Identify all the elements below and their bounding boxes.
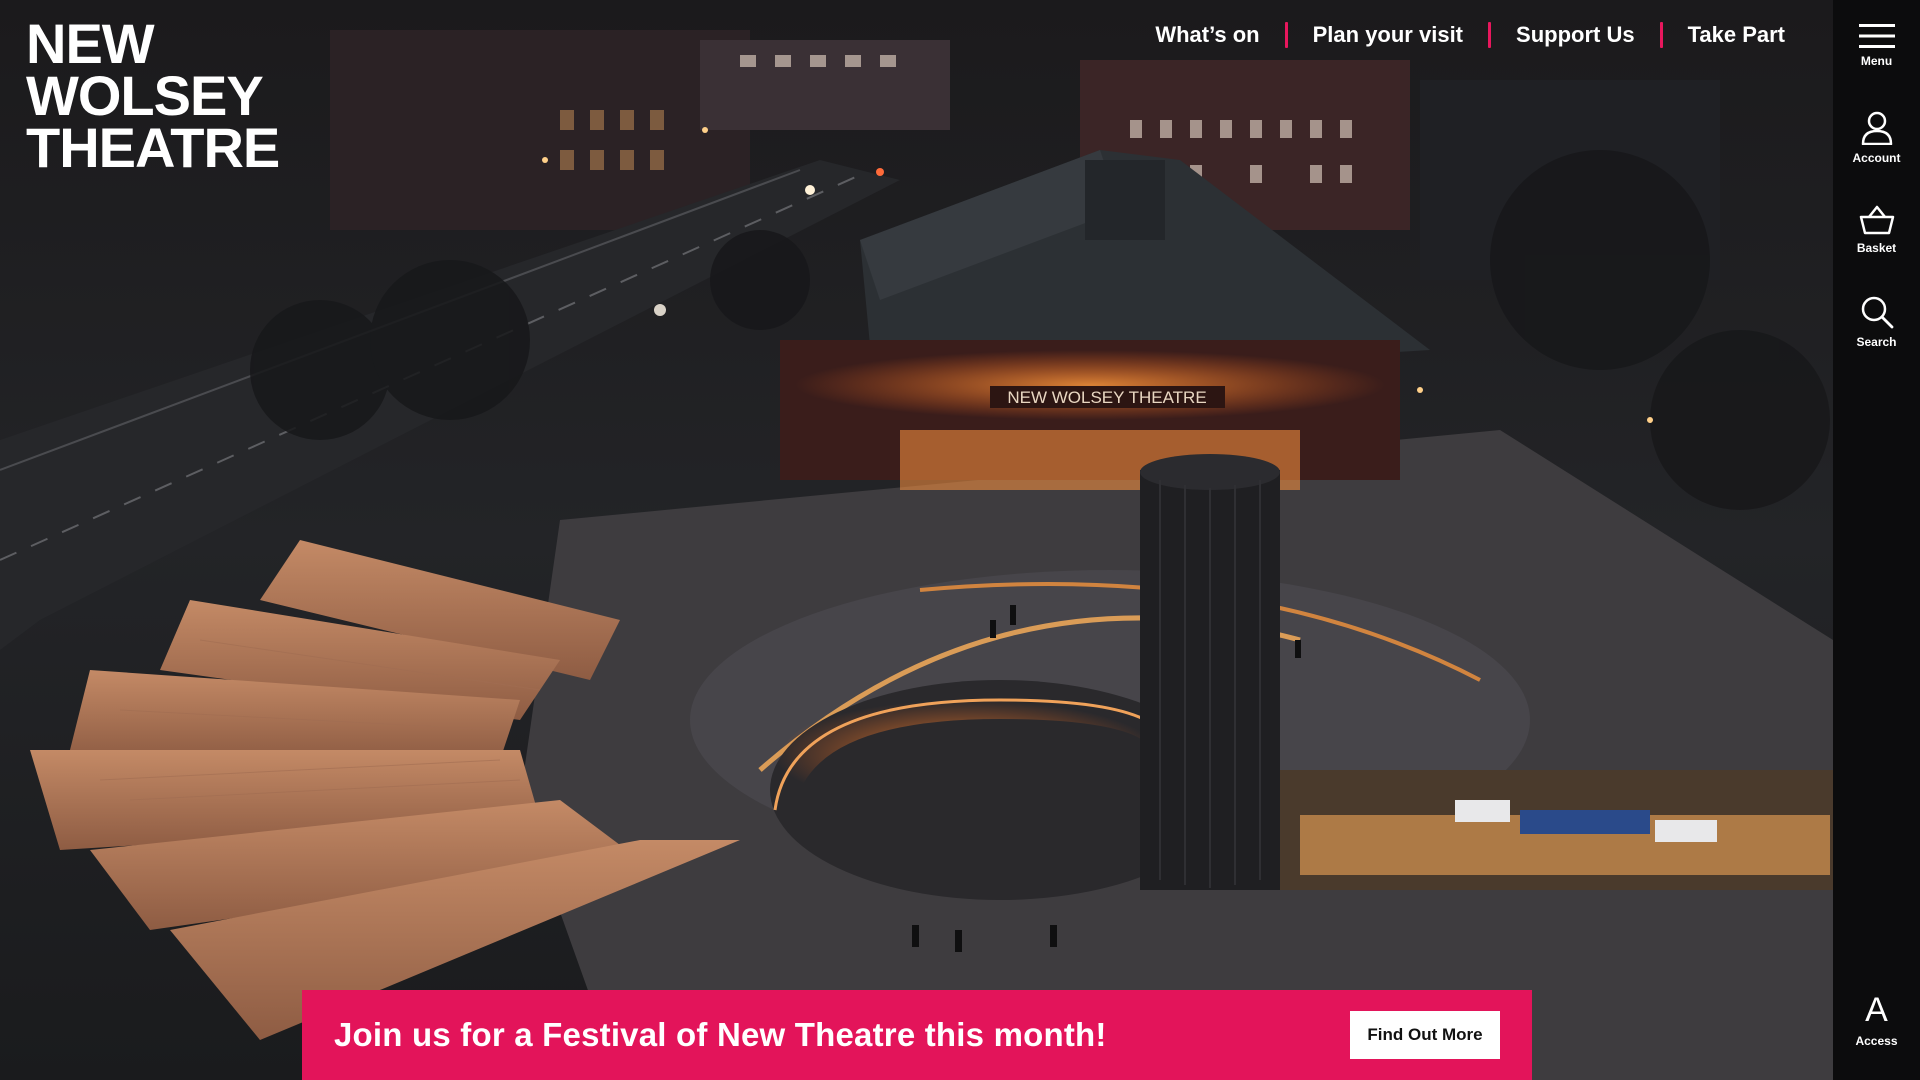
access-button[interactable]: A Access [1833,974,1920,1066]
banner-message: Join us for a Festival of New Theatre th… [334,1016,1107,1053]
theatre-sign-text: NEW WOLSEY THEATRE [1007,388,1206,407]
nav-support-us[interactable]: Support Us [1491,22,1660,48]
utility-rail: Menu Account Basket Search A Access [1833,0,1920,1080]
accessibility-icon: A [1865,991,1888,1029]
logo-line-1: NEW [26,12,155,75]
basket-label: Basket [1856,241,1897,255]
nav-whats-on[interactable]: What’s on [1130,22,1284,48]
basket-button[interactable]: Basket [1833,184,1920,276]
basket-icon [1859,205,1894,235]
account-button[interactable]: Account [1833,92,1920,184]
hamburger-icon [1858,24,1895,48]
search-label: Search [1856,335,1897,349]
search-button[interactable]: Search [1833,276,1920,368]
main-navigation: What’s on Plan your visit Support Us Tak… [1130,18,1810,52]
menu-button[interactable]: Menu [1833,0,1920,92]
logo-line-3: THEATRE [26,116,280,179]
announcement-banner: Join us for a Festival of New Theatre th… [302,990,1532,1080]
find-out-more-button[interactable]: Find Out More [1350,1011,1500,1059]
access-label: Access [1855,1034,1898,1048]
site-logo[interactable]: NEW WOLSEY THEATRE [26,12,286,179]
search-icon [1861,296,1893,329]
menu-label: Menu [1860,54,1893,68]
nav-plan-your-visit[interactable]: Plan your visit [1288,22,1488,48]
account-label: Account [1852,151,1901,165]
nav-take-part[interactable]: Take Part [1663,22,1810,48]
user-icon [1861,111,1892,145]
logo-line-2: WOLSEY [26,64,264,127]
